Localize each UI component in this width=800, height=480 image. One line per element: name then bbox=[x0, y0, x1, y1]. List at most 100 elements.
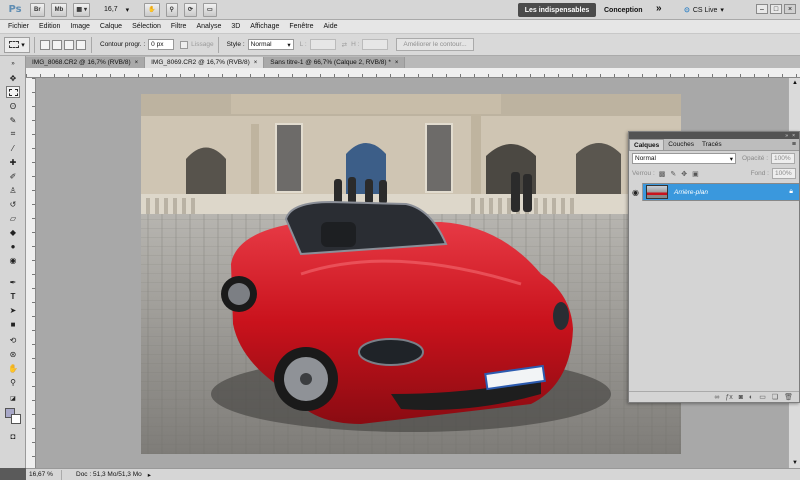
lock-transparency-icon[interactable]: ▩ bbox=[659, 170, 666, 178]
tab-paths[interactable]: Tracés bbox=[698, 139, 726, 150]
style-select[interactable]: Normal ▾ bbox=[247, 39, 294, 50]
layer-style-icon[interactable]: ƒx bbox=[725, 394, 732, 401]
link-layers-icon[interactable]: ∞ bbox=[714, 394, 719, 401]
tab-sans-titre-1[interactable]: Sans titre-1 @ 66,7% (Calque 2, RVB/8) *… bbox=[264, 57, 406, 68]
mini-bridge-button[interactable]: Mb bbox=[50, 2, 68, 17]
arrange-documents-button[interactable]: ▦ ▾ bbox=[73, 2, 91, 17]
collapse-panel-icon[interactable]: » bbox=[785, 133, 788, 139]
paint-bucket-tool-icon[interactable]: ◆ bbox=[6, 226, 20, 238]
shape-tool-icon[interactable]: ■ bbox=[6, 318, 20, 330]
zoom-level-select[interactable]: 16,7 ▾ bbox=[100, 3, 140, 16]
3d-camera-tool-icon[interactable]: ⊛ bbox=[6, 348, 20, 360]
status-zoom-input[interactable]: 16,67 % bbox=[26, 469, 62, 480]
tab-channels[interactable]: Couches bbox=[664, 139, 698, 150]
scroll-down-arrow-icon[interactable]: ▼ bbox=[790, 458, 800, 468]
menu-help[interactable]: Aide bbox=[318, 23, 342, 30]
menu-edit[interactable]: Edition bbox=[34, 23, 65, 30]
new-layer-icon[interactable]: ❏ bbox=[772, 393, 778, 401]
menu-filter[interactable]: Filtre bbox=[166, 23, 192, 30]
type-tool-icon[interactable]: T bbox=[6, 290, 20, 302]
fill-input[interactable]: 100% bbox=[772, 168, 796, 179]
zoom-tool-icon[interactable]: ⚲ bbox=[6, 376, 20, 388]
dodge-tool-icon[interactable]: ◉ bbox=[6, 254, 20, 266]
maximize-button[interactable]: □ bbox=[770, 4, 782, 14]
trash-icon[interactable]: 🗑︎ bbox=[784, 393, 793, 401]
lock-pixels-icon[interactable]: ✎ bbox=[670, 170, 676, 178]
close-icon[interactable]: × bbox=[395, 60, 399, 66]
history-brush-tool-icon[interactable]: ↺ bbox=[6, 198, 20, 210]
menu-image[interactable]: Image bbox=[65, 23, 94, 30]
3d-rotate-tool-icon[interactable]: ⟲ bbox=[6, 334, 20, 346]
quick-mask-icon[interactable]: ◘ bbox=[6, 430, 20, 442]
workspace-design-button[interactable]: Conception bbox=[604, 3, 643, 17]
subtract-selection-icon[interactable] bbox=[64, 39, 74, 50]
minimize-button[interactable]: – bbox=[756, 4, 768, 14]
status-menu-arrow-icon[interactable]: ▸ bbox=[148, 471, 151, 479]
feather-input[interactable]: 0 px bbox=[148, 39, 175, 50]
move-tool-icon[interactable]: ✥ bbox=[6, 72, 20, 84]
clone-stamp-tool-icon[interactable]: ♙ bbox=[6, 184, 20, 196]
menu-window[interactable]: Fenêtre bbox=[284, 23, 318, 30]
rect-marquee-tool-icon[interactable] bbox=[6, 86, 20, 98]
lasso-tool-icon[interactable]: ʘ bbox=[6, 100, 20, 112]
path-select-tool-icon[interactable]: ➤ bbox=[6, 304, 20, 316]
height-input[interactable] bbox=[362, 39, 389, 50]
collapse-toolbox-icon[interactable]: » bbox=[6, 58, 20, 70]
blend-mode-select[interactable]: Normal ▾ bbox=[632, 153, 736, 164]
blur-tool-icon[interactable]: ● bbox=[6, 240, 20, 252]
opacity-input[interactable]: 100% bbox=[771, 153, 796, 164]
scroll-up-arrow-icon[interactable]: ▲ bbox=[790, 78, 800, 88]
menu-file[interactable]: Fichier bbox=[0, 23, 34, 30]
swap-dimensions-icon[interactable]: ⇄ bbox=[342, 41, 347, 49]
antialias-checkbox[interactable] bbox=[180, 40, 189, 49]
tab-layers[interactable]: Calques bbox=[629, 139, 665, 150]
menu-view[interactable]: Affichage bbox=[245, 23, 284, 30]
lock-position-icon[interactable]: ✥ bbox=[681, 170, 687, 178]
document-image[interactable] bbox=[141, 94, 681, 454]
close-icon[interactable]: × bbox=[254, 60, 258, 66]
horizontal-ruler[interactable] bbox=[26, 68, 800, 78]
tab-img-8069[interactable]: IMG_8069.CR2 @ 16,7% (RVB/8) × bbox=[145, 57, 265, 68]
crop-tool-icon[interactable]: ⌗ bbox=[6, 128, 20, 140]
menu-select[interactable]: Sélection bbox=[127, 23, 166, 30]
menu-analysis[interactable]: Analyse bbox=[191, 23, 226, 30]
pen-tool-icon[interactable]: ✒ bbox=[6, 276, 20, 288]
eraser-tool-icon[interactable]: ▱ bbox=[6, 212, 20, 224]
eye-visibility-icon[interactable]: ◉ bbox=[629, 183, 643, 201]
status-doc-info[interactable]: Doc : 51,3 Mo/51,3 Mo ▸ bbox=[62, 471, 151, 479]
close-icon[interactable]: × bbox=[135, 60, 139, 66]
width-input[interactable] bbox=[309, 39, 336, 50]
hand-view-button[interactable]: ✋ bbox=[144, 2, 160, 17]
default-colors-icon[interactable]: ◪ bbox=[6, 392, 20, 404]
vertical-ruler[interactable] bbox=[26, 78, 36, 468]
close-panel-icon[interactable]: × bbox=[792, 133, 795, 139]
background-color-swatch[interactable] bbox=[11, 414, 21, 424]
tab-img-8068[interactable]: IMG_8068.CR2 @ 16,7% (RVB/8) × bbox=[26, 57, 146, 68]
quick-select-tool-icon[interactable]: ✎ bbox=[6, 114, 20, 126]
brush-tool-icon[interactable]: ✐ bbox=[6, 170, 20, 182]
layer-row-background[interactable]: ◉ Arrière-plan 🔒︎ bbox=[629, 183, 799, 201]
refine-edge-button[interactable]: Améliorer le contour... bbox=[396, 38, 474, 51]
menu-layer[interactable]: Calque bbox=[95, 23, 127, 30]
screen-mode-button[interactable]: ▭ bbox=[202, 2, 217, 17]
panel-menu-icon[interactable]: ≡ bbox=[792, 141, 796, 148]
lock-all-icon[interactable]: ▣ bbox=[692, 170, 699, 178]
add-selection-icon[interactable] bbox=[52, 39, 62, 50]
healing-brush-tool-icon[interactable]: ✚ bbox=[6, 156, 20, 168]
cs-live-button[interactable]: ⊙ CS Live ▾ bbox=[684, 3, 724, 17]
zoom-view-button[interactable]: ⚲ bbox=[165, 2, 178, 17]
intersect-selection-icon[interactable] bbox=[76, 39, 86, 50]
new-selection-icon[interactable] bbox=[40, 39, 50, 50]
add-mask-icon[interactable]: ◙ bbox=[739, 394, 743, 401]
hand-tool-icon[interactable]: ✋ bbox=[6, 362, 20, 374]
new-group-icon[interactable]: ▭ bbox=[759, 393, 766, 401]
eyedropper-tool-icon[interactable]: ⁄ bbox=[6, 142, 20, 154]
more-workspaces-icon[interactable]: » bbox=[656, 3, 662, 14]
bridge-button[interactable]: Br bbox=[30, 2, 45, 17]
menu-3d[interactable]: 3D bbox=[226, 23, 245, 30]
tool-preset-picker[interactable]: ▾ bbox=[4, 36, 30, 53]
rotate-view-button[interactable]: ⟳ bbox=[183, 2, 197, 17]
close-button[interactable]: × bbox=[784, 4, 796, 14]
adjustment-layer-icon[interactable]: ◐ bbox=[749, 394, 753, 401]
workspace-essentials-button[interactable]: Les indispensables bbox=[518, 3, 596, 17]
